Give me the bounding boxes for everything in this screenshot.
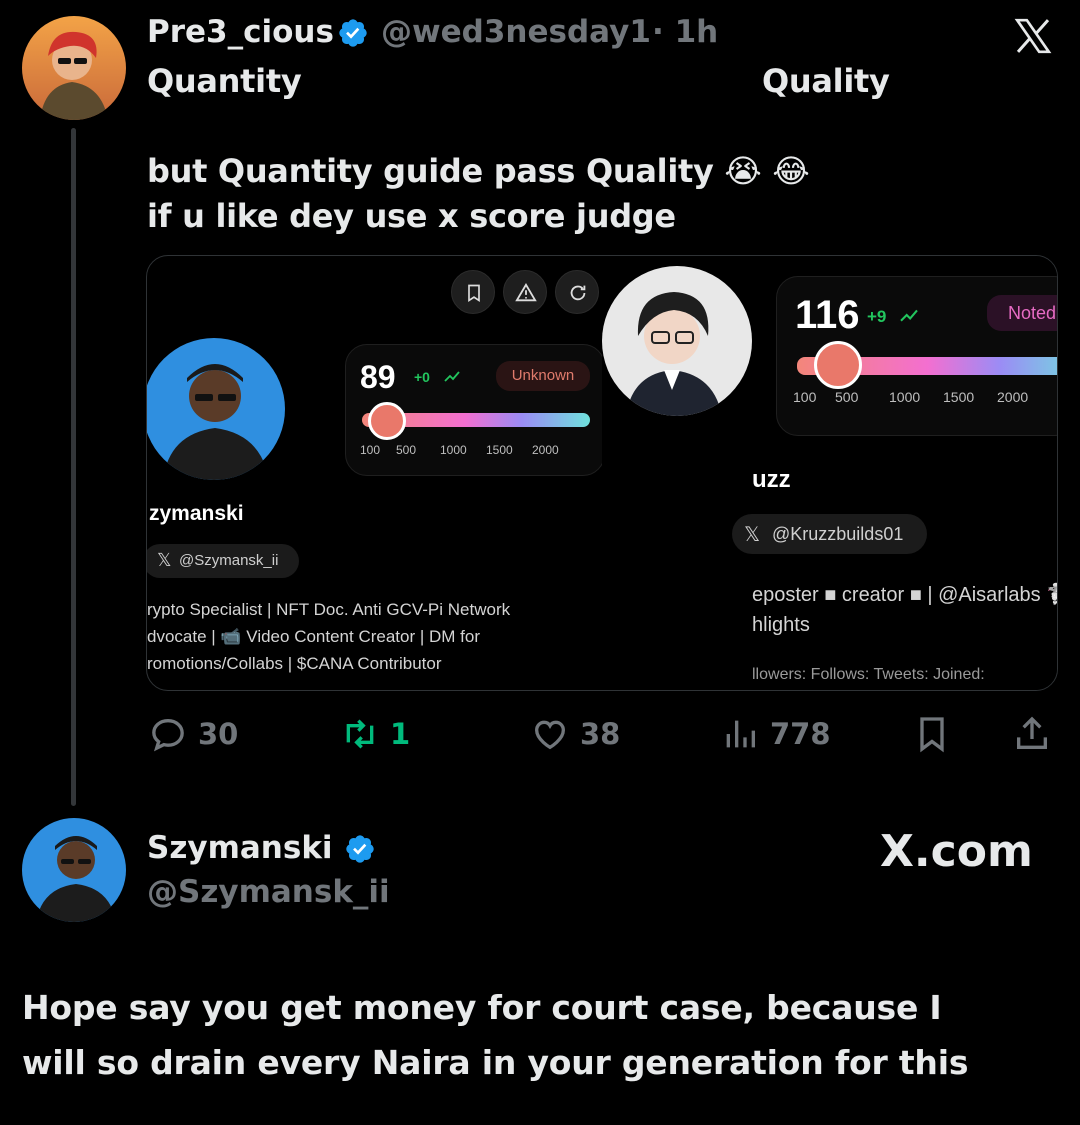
repost-icon xyxy=(346,719,374,749)
refresh-icon xyxy=(570,285,586,301)
reply-icon xyxy=(152,718,184,752)
slider-ticks-right: 100 500 1000 1500 2000 xyxy=(793,389,1057,407)
tick-label: 1500 xyxy=(486,443,513,457)
reply-author-name[interactable]: Szymanski xyxy=(147,830,333,866)
bookmark-card-button[interactable] xyxy=(451,270,495,314)
profile-bio-line: eposter ■ creator ■ | @Aisarlabs 🐩 ➾ che… xyxy=(752,584,1057,606)
profile-avatar-left xyxy=(147,338,285,480)
views-icon xyxy=(726,720,755,748)
bookmark-icon xyxy=(468,284,480,303)
profile-name-left: zymanski xyxy=(149,502,244,525)
tweet-time[interactable]: · 1h xyxy=(652,14,718,50)
views-action[interactable]: 778 xyxy=(720,712,831,756)
reply-text-line-1: Hope say you get money for court case, b… xyxy=(22,988,942,1027)
share-action[interactable] xyxy=(1012,712,1052,756)
x-com-text: X.com xyxy=(880,826,1033,877)
profile-bio-line: rypto Specialist | NFT Doc. Anti GCV-Pi … xyxy=(147,600,511,619)
x-com-watermark: X.com xyxy=(880,826,1033,877)
profile-bio-line: hlights xyxy=(752,614,810,636)
profile-handle-chip-right[interactable]: 𝕏 @Kruzzbuilds01 xyxy=(732,514,927,554)
refresh-card-button[interactable] xyxy=(555,270,599,314)
trend-up-icon xyxy=(444,371,460,382)
tick-label: 500 xyxy=(835,389,859,405)
tick-label: 100 xyxy=(793,389,817,405)
tick-label: 1000 xyxy=(440,443,467,457)
quantity-word: Quantity xyxy=(147,62,302,100)
tick-label: 1000 xyxy=(889,389,921,405)
reply-author-avatar[interactable] xyxy=(22,818,126,922)
tick-label: 100 xyxy=(360,443,381,457)
share-icon xyxy=(1017,716,1047,749)
tweet-line-1: but Quantity guide pass Quality 😭 😂 xyxy=(147,152,810,190)
score-value-left: 89 xyxy=(360,359,396,395)
report-card-button[interactable] xyxy=(503,270,547,314)
tweet-media-card[interactable]: 89 +0 Unknown 100 500 1000 1500 2000 zym… xyxy=(146,255,1058,691)
score-value-right: 116 xyxy=(795,293,860,337)
bookmark-icon xyxy=(920,717,944,753)
reply-count: 30 xyxy=(198,717,239,751)
tick-label: 2000 xyxy=(532,443,559,457)
right-profile-shot: 116 +9 Noted 100 500 1000 1500 2000 uzz … xyxy=(602,256,1057,690)
verified-badge-icon xyxy=(339,19,367,47)
views-count: 778 xyxy=(770,717,831,751)
profile-handle-right: @Kruzzbuilds01 xyxy=(772,524,904,544)
profile-handle-left: @Szymansk_ii xyxy=(179,552,279,569)
author-avatar[interactable] xyxy=(22,16,126,120)
quality-word: Quality xyxy=(762,62,890,100)
profile-bio-line: dvocate | 📹 Video Content Creator | DM f… xyxy=(147,627,481,646)
repost-count: 1 xyxy=(390,717,411,751)
trend-up-icon xyxy=(900,309,918,322)
profile-bio-line: romotions/Collabs | $CANA Contributor xyxy=(147,654,442,673)
profile-avatar-right xyxy=(602,266,752,416)
slider-knob-right[interactable] xyxy=(813,341,862,389)
x-small-icon: 𝕏 xyxy=(157,550,172,570)
author-name[interactable]: Pre3_cious xyxy=(147,14,334,50)
repost-action[interactable]: 1 xyxy=(340,712,410,756)
profile-stats-cut: llowers: Follows: Tweets: Joined: xyxy=(752,666,985,683)
like-count: 38 xyxy=(580,717,621,751)
tweet-line-2: if u like dey use x score judge xyxy=(147,197,676,235)
bookmark-action[interactable] xyxy=(912,712,952,756)
slider-knob-left[interactable] xyxy=(368,402,407,440)
profile-name-right: uzz xyxy=(752,466,791,493)
x-small-icon: 𝕏 xyxy=(744,524,761,546)
rank-tag-right: Noted xyxy=(987,295,1057,331)
warning-icon xyxy=(515,282,537,302)
like-icon xyxy=(534,720,566,750)
score-panel-left: 89 +0 Unknown 100 500 1000 1500 2000 xyxy=(345,344,605,476)
verified-badge-icon xyxy=(346,835,374,863)
reply-author-handle[interactable]: @Szymansk_ii xyxy=(147,874,390,910)
tick-label: 1500 xyxy=(943,389,975,405)
like-action[interactable]: 38 xyxy=(530,712,620,756)
author-handle[interactable]: @wed3nesday1 xyxy=(381,14,651,50)
x-logo-icon xyxy=(1014,18,1052,54)
score-delta-right: +9 xyxy=(867,307,887,326)
reply-action[interactable]: 30 xyxy=(148,712,238,756)
score-delta-left: +0 xyxy=(414,369,430,385)
reply-text-line-2: will so drain every Naira in your genera… xyxy=(22,1043,969,1082)
profile-handle-chip-left[interactable]: 𝕏 @Szymansk_ii xyxy=(147,544,299,578)
thread-connector xyxy=(71,128,76,806)
rank-tag-left: Unknown xyxy=(496,361,590,391)
score-panel-right: 116 +9 Noted 100 500 1000 1500 2000 xyxy=(776,276,1057,436)
slider-ticks-left: 100 500 1000 1500 2000 xyxy=(360,443,590,459)
tick-label: 500 xyxy=(396,443,417,457)
tick-label: 2000 xyxy=(997,389,1029,405)
